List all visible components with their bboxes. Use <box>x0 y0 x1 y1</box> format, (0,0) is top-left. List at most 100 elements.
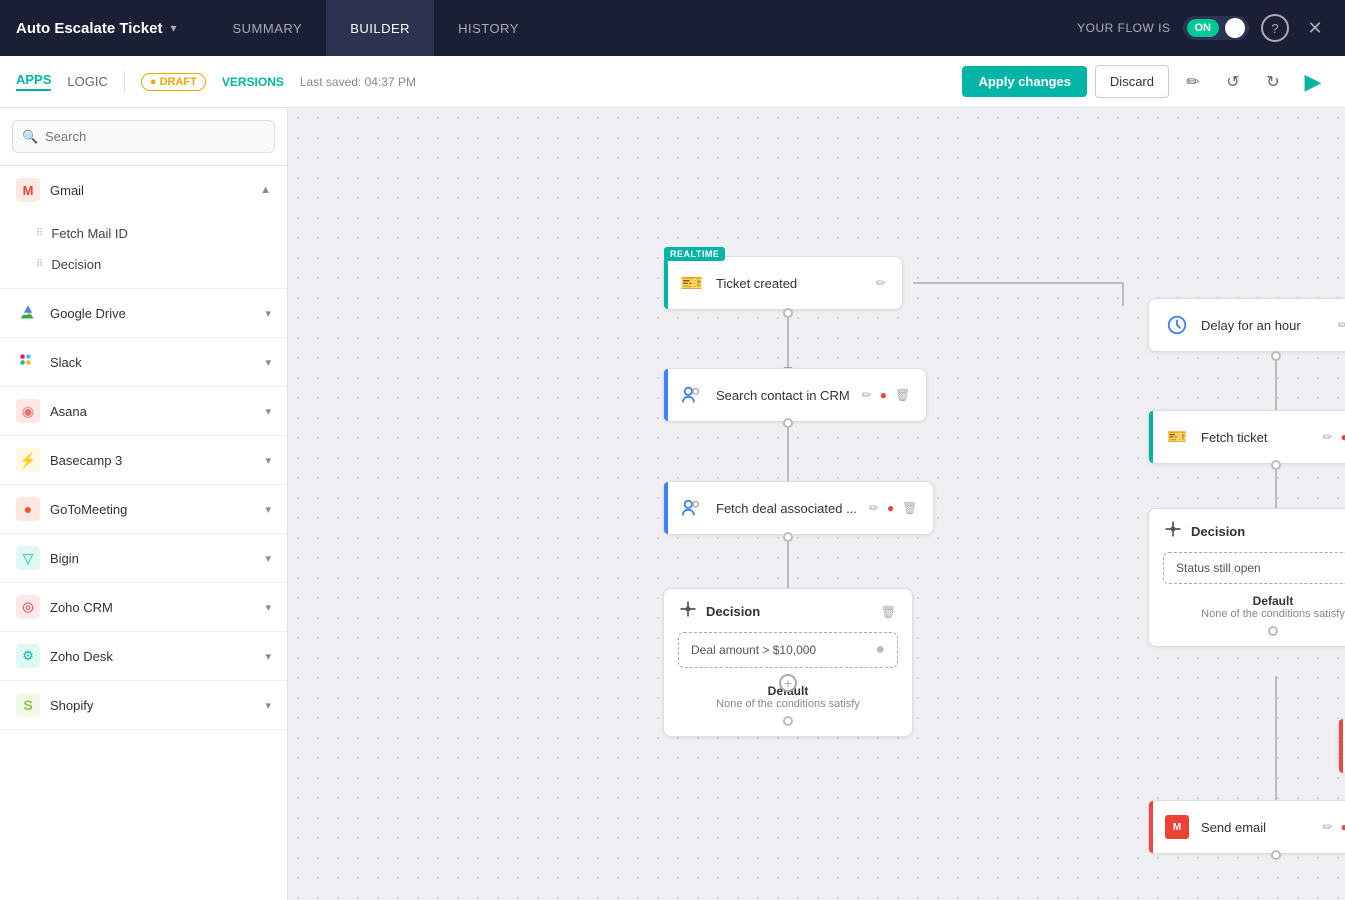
node-ticket-created[interactable]: REALTIME 🎫 Ticket created ✏ <box>663 256 903 310</box>
gotomeeting-expand-icon: ▾ <box>265 503 271 516</box>
node-actions: ✏ ● 🗑 <box>1320 818 1345 836</box>
node-fetch-deal[interactable]: Fetch deal associated ... ✏ ● 🗑 <box>663 481 934 535</box>
ticket-created-icon: 🎫 <box>678 269 706 297</box>
decision-2-icon <box>1163 519 1183 544</box>
nav-right: YOUR FLOW IS ON ? ✕ <box>1077 14 1329 42</box>
gmail-item-fetch-mail[interactable]: ⠿ Fetch Mail ID <box>0 218 287 249</box>
app-group-shopify: S Shopify ▾ <box>0 681 287 730</box>
decision-2-condition-text: Status still open <box>1176 561 1261 575</box>
node-delay-hour[interactable]: Delay for an hour ✏ 🗑 <box>1148 298 1345 352</box>
app-slack-header[interactable]: Slack ▾ <box>0 338 287 386</box>
versions-button[interactable]: VERSIONS <box>222 75 284 89</box>
node-fetch-ticket[interactable]: 🎫 Fetch ticket ✏ ● 🗑 <box>1148 410 1345 464</box>
app-group-slack: Slack ▾ <box>0 338 287 387</box>
default-connector-dot <box>783 716 793 726</box>
flow-toggle[interactable]: ON <box>1183 16 1250 40</box>
delay-label: Delay for an hour <box>1201 318 1301 333</box>
node-actions: ✏ ● 🗑 <box>867 499 920 517</box>
gmail-name: Gmail <box>50 183 250 198</box>
asana-logo: ◉ <box>16 399 40 423</box>
divider <box>124 70 125 94</box>
trash-node-icon[interactable]: 🗑 <box>900 499 919 517</box>
apply-changes-button[interactable]: Apply changes <box>962 66 1086 97</box>
basecamp-logo: ⚡ <box>16 448 40 472</box>
default-2-label: Default <box>1163 594 1345 608</box>
title-chevron-icon[interactable]: ▾ <box>170 21 176 35</box>
close-button[interactable]: ✕ <box>1301 14 1329 42</box>
zohocrm-expand-icon: ▾ <box>265 601 271 614</box>
app-zohodesk-header[interactable]: ⚙ Zoho Desk ▾ <box>0 632 287 680</box>
decision-2-default: Default None of the conditions satisfy <box>1163 594 1345 620</box>
app-group-zohocrm: ◎ Zoho CRM ▾ <box>0 583 287 632</box>
app-title: Auto Escalate Ticket <box>16 20 170 37</box>
node-decision-1[interactable]: Decision 🗑 Deal amount > $10,000 ● + Def… <box>663 588 913 737</box>
delete-node-icon[interactable]: ● <box>885 499 896 517</box>
app-zohocrm-header[interactable]: ◎ Zoho CRM ▾ <box>0 583 287 631</box>
node-bar <box>664 369 668 421</box>
basecamp-expand-icon: ▾ <box>265 454 271 467</box>
app-gmail-header[interactable]: M Gmail ▲ <box>0 166 287 214</box>
redo-icon[interactable]: ↻ <box>1257 66 1289 98</box>
app-group-gmail: M Gmail ▲ ⠿ Fetch Mail ID ⠿ Decision <box>0 166 287 289</box>
node-actions: ✏ <box>874 274 888 292</box>
tab-apps[interactable]: APPS <box>16 72 51 91</box>
app-gdrive-header[interactable]: Google Drive ▾ <box>0 289 287 337</box>
help-button[interactable]: ? <box>1261 14 1289 42</box>
edit-node-icon[interactable]: ✏ <box>867 499 881 517</box>
app-group-bigin: ▽ Bigin ▾ <box>0 534 287 583</box>
edit-node-icon[interactable]: ✏ <box>1320 428 1334 446</box>
add-condition-button[interactable]: + <box>779 674 797 692</box>
node-search-contact[interactable]: Search contact in CRM ✏ ● 🗑 <box>663 368 927 422</box>
tab-summary[interactable]: SUMMARY <box>208 0 326 56</box>
decision-2-condition-box[interactable]: Status still open + <box>1163 552 1345 584</box>
app-gotomeeting-header[interactable]: ● GoToMeeting ▾ <box>0 485 287 533</box>
app-shopify-header[interactable]: S Shopify ▾ <box>0 681 287 729</box>
delay-icon <box>1163 311 1191 339</box>
app-group-gdrive: Google Drive ▾ <box>0 289 287 338</box>
default-sub: None of the conditions satisfy <box>678 698 898 710</box>
delete-node-icon[interactable]: ● <box>878 386 889 404</box>
trash-node-icon[interactable]: 🗑 <box>893 386 912 404</box>
fetch-ticket-icon: 🎫 <box>1163 423 1191 451</box>
fetch-deal-label: Fetch deal associated ... <box>716 501 857 516</box>
edit-node-icon[interactable]: ✏ <box>860 386 874 404</box>
undo-icon[interactable]: ↺ <box>1217 66 1249 98</box>
app-asana-header[interactable]: ◉ Asana ▾ <box>0 387 287 435</box>
gdrive-logo <box>16 301 40 325</box>
edit-node-icon[interactable]: ✏ <box>1320 818 1334 836</box>
gmail-item-decision[interactable]: ⠿ Decision <box>0 249 287 280</box>
run-icon[interactable]: ▶ <box>1297 66 1329 98</box>
default-dot-2-wrap <box>1163 626 1345 636</box>
basecamp-logo-icon: ⚡ <box>19 452 36 469</box>
search-area: 🔍 <box>0 108 287 166</box>
discard-button[interactable]: Discard <box>1095 65 1169 98</box>
search-input[interactable] <box>12 120 275 153</box>
edit-icon[interactable]: ✏ <box>1177 66 1209 98</box>
node-send-channel[interactable]: Send public channel m... ✏ ● 🗑 <box>1338 718 1345 774</box>
delete-node-icon[interactable]: ● <box>1339 428 1345 446</box>
node-bar <box>664 482 668 534</box>
asana-expand-icon: ▾ <box>265 405 271 418</box>
decision-1-condition-box[interactable]: Deal amount > $10,000 ● <box>678 632 898 668</box>
flow-label: YOUR FLOW IS <box>1077 21 1170 35</box>
node-bar <box>664 257 668 309</box>
trash-decision-icon[interactable]: 🗑 <box>879 603 898 621</box>
node-bar <box>1149 411 1153 463</box>
edit-node-icon[interactable]: ✏ <box>874 274 888 292</box>
edit-node-icon[interactable]: ✏ <box>1336 316 1345 334</box>
node-decision-2[interactable]: Decision 🗑 Status still open + Default N… <box>1148 508 1345 647</box>
zohocrm-name: Zoho CRM <box>50 600 255 615</box>
tab-builder[interactable]: BUILDER <box>326 0 434 56</box>
tab-history[interactable]: HISTORY <box>434 0 543 56</box>
asana-logo-icon: ◉ <box>22 403 34 420</box>
tab-logic[interactable]: LOGIC <box>67 74 107 89</box>
app-basecamp-header[interactable]: ⚡ Basecamp 3 ▾ <box>0 436 287 484</box>
delete-node-icon[interactable]: ● <box>1339 818 1345 836</box>
app-bigin-header[interactable]: ▽ Bigin ▾ <box>0 534 287 582</box>
node-bar <box>1149 801 1153 853</box>
flow-canvas: REALTIME 🎫 Ticket created ✏ Search conta… <box>288 108 1345 900</box>
shopify-logo: S <box>16 693 40 717</box>
realtime-badge: REALTIME <box>664 247 725 261</box>
node-send-email[interactable]: M Send email ✏ ● 🗑 <box>1148 800 1345 854</box>
condition-dot: ● <box>875 641 885 659</box>
